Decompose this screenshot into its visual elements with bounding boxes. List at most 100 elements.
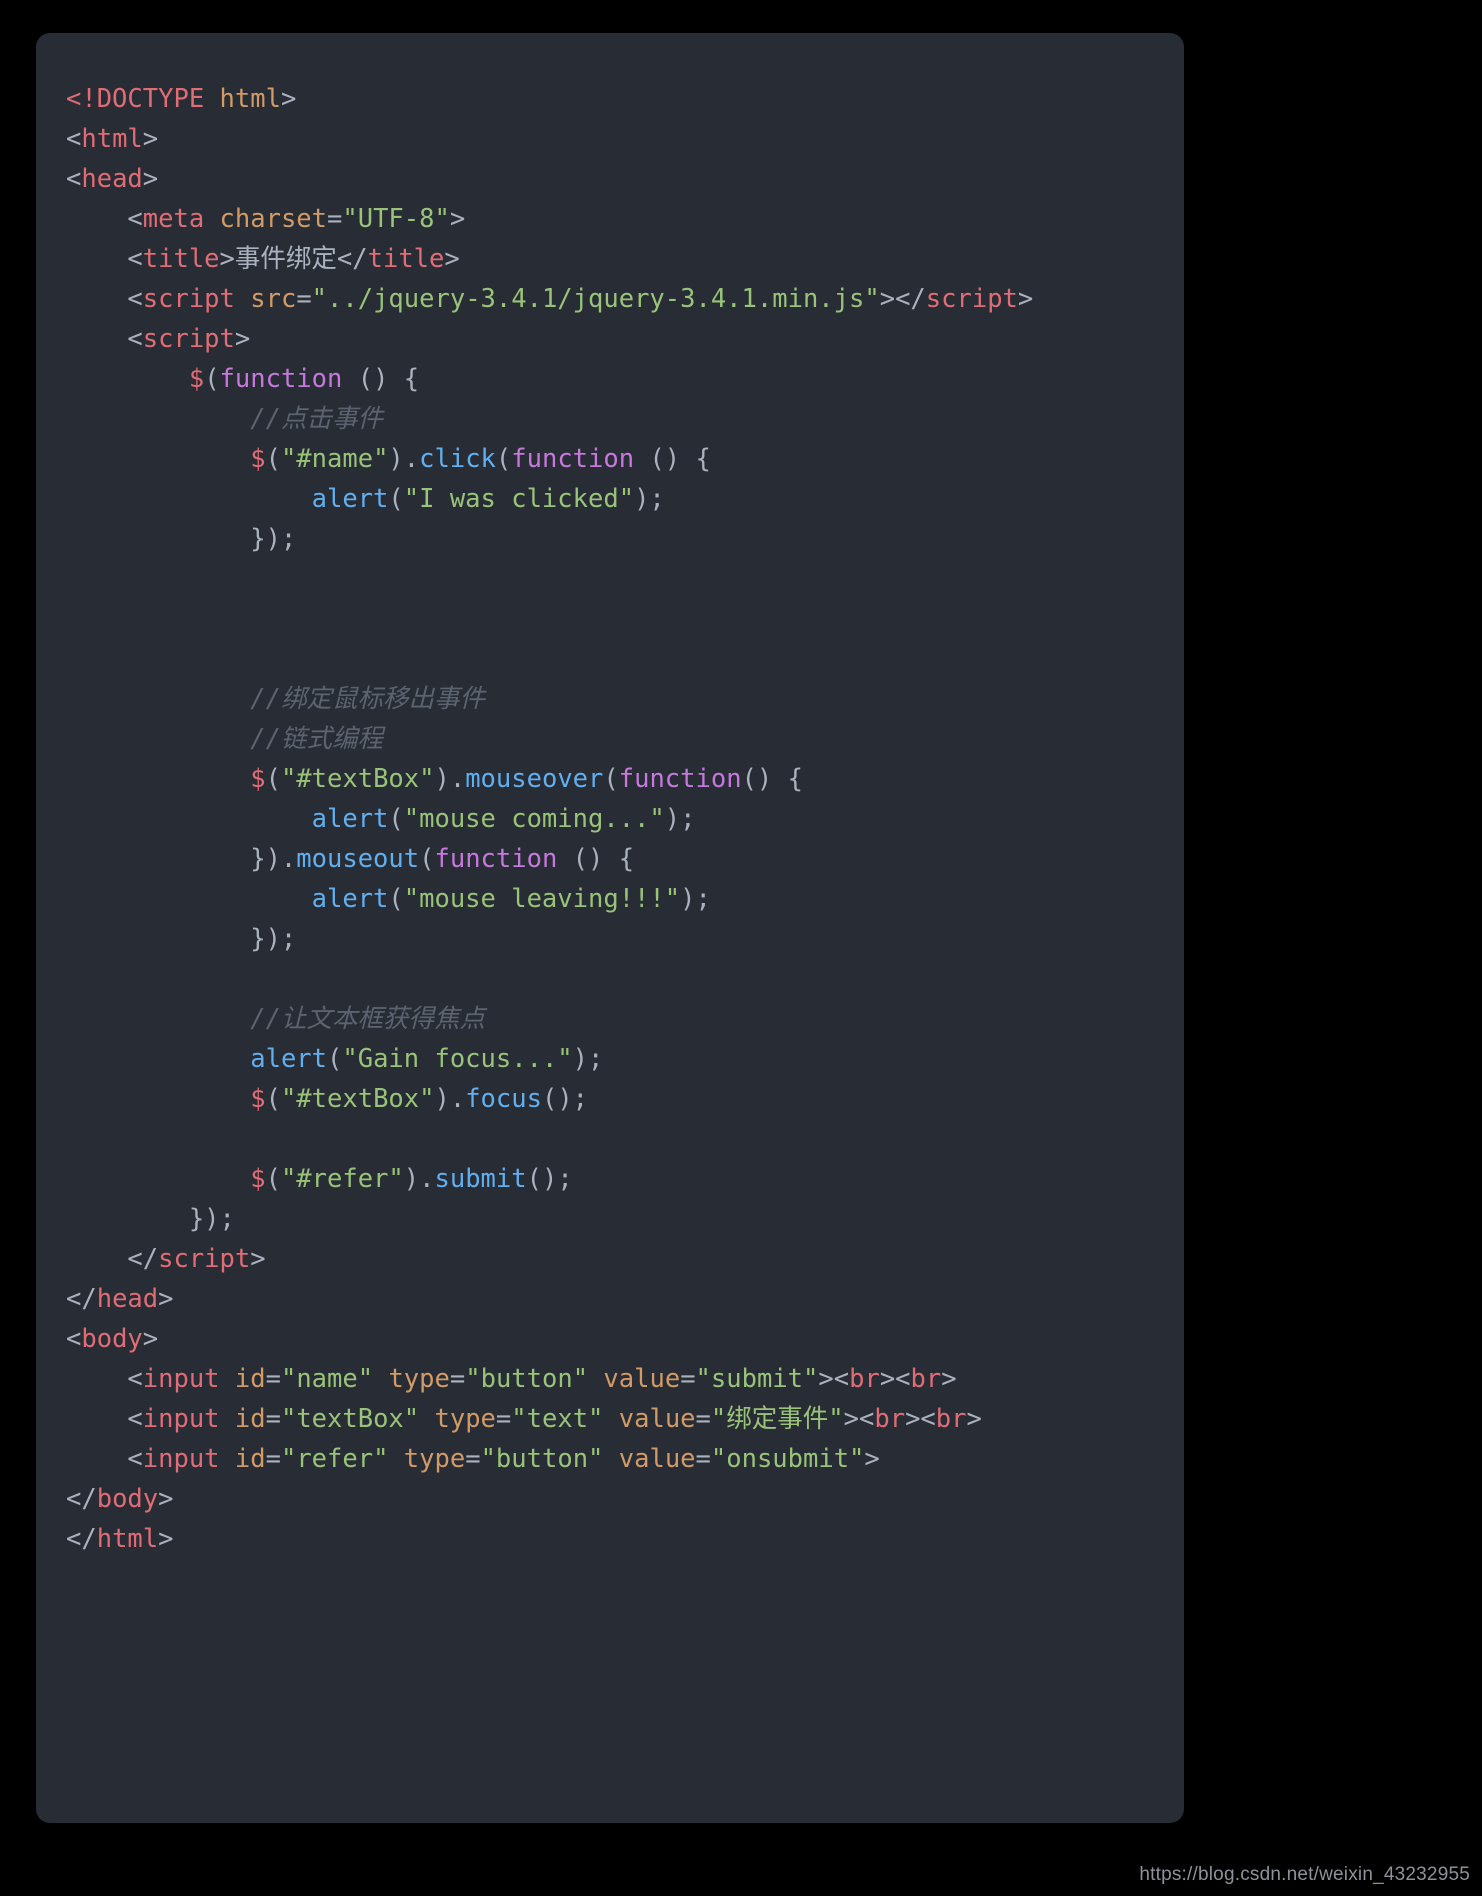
code-token-punct: > — [142, 124, 159, 154]
code-token-attr: id — [234, 1364, 266, 1394]
code-line: $("#refer").submit(); — [66, 1159, 1184, 1199]
code-token-punct: > — [250, 1244, 266, 1274]
code-token-punct: () { — [634, 444, 711, 474]
code-token-punct: ( — [495, 444, 512, 474]
code-token-punct — [66, 1084, 250, 1114]
code-token-punct: >< — [843, 1404, 875, 1434]
code-token-punct: }). — [66, 844, 297, 874]
code-token-punct: > — [444, 244, 460, 274]
code-token-attr: src — [250, 284, 297, 314]
cjk-text: 让文本框获得焦点 — [280, 1004, 485, 1034]
code-token-punct — [419, 1404, 434, 1434]
code-token-punct: }); — [66, 524, 297, 554]
code-token-punct: = — [465, 1444, 481, 1474]
code-line: <script> — [66, 319, 1184, 359]
code-token-punct: > — [219, 244, 235, 274]
code-token-punct: ). — [403, 1164, 435, 1194]
code-token-punct — [66, 1164, 250, 1194]
code-token-punct: < — [66, 284, 143, 314]
code-token-tag: input — [142, 1404, 220, 1434]
code-token-punct — [220, 1364, 235, 1394]
code-token-string: "button" — [465, 1364, 589, 1394]
cjk-text: 事件绑定 — [234, 244, 337, 274]
code-token-punct — [603, 1444, 618, 1474]
code-token-tag: br — [910, 1364, 942, 1394]
code-token-string: "mouse coming..." — [403, 804, 665, 834]
code-token-string: "text" — [511, 1404, 604, 1434]
code-token-punct: > — [941, 1364, 957, 1394]
code-line: <!DOCTYPE html> — [66, 79, 1184, 119]
code-token-attr: value — [618, 1404, 696, 1434]
code-token-punct: = — [449, 1364, 466, 1394]
code-token-punct: < — [66, 1404, 143, 1434]
code-token-attr: charset — [219, 204, 328, 234]
cjk-text: 绑定事件 — [726, 1404, 829, 1434]
code-token-punct: ); — [664, 804, 696, 834]
code-token-punct — [388, 1444, 403, 1474]
code-token-punct: = — [296, 284, 312, 314]
code-line: $("#name").click(function () { — [66, 439, 1184, 479]
code-token-punct: = — [327, 204, 343, 234]
code-token-punct: </ — [66, 1284, 97, 1314]
code-token-string: "#name" — [280, 444, 389, 474]
code-token-string: "I was clicked" — [403, 484, 635, 514]
code-token-punct: < — [66, 1324, 82, 1354]
code-token-punct: </ — [66, 1244, 159, 1274]
code-token-punct: ( — [327, 1044, 343, 1074]
code-token-punct — [220, 1444, 235, 1474]
code-token-punct: ( — [265, 1164, 281, 1194]
code-token-punct: ); — [634, 484, 665, 514]
code-line: <body> — [66, 1319, 1184, 1359]
code-line: </html> — [66, 1519, 1184, 1559]
code-line: alert("mouse coming..."); — [66, 799, 1184, 839]
code-token-string: "Gain focus..." — [342, 1044, 573, 1074]
code-token-punct: > — [966, 1404, 982, 1434]
code-token-comment: //让文本框获得焦点 — [66, 1004, 485, 1034]
code-token-dollar: $ — [250, 764, 266, 794]
code-token-punct: = — [495, 1404, 512, 1434]
code-token-func: mouseover — [465, 764, 604, 794]
code-token-dollar: $ — [250, 1164, 266, 1194]
code-token-punct: (); — [526, 1164, 573, 1194]
code-token-attr: id — [234, 1404, 266, 1434]
code-line: $("#textBox").mouseover(function() { — [66, 759, 1184, 799]
code-token-punct: > — [449, 204, 466, 234]
code-token-punct — [66, 1044, 250, 1074]
code-token-dollar: $ — [188, 364, 205, 394]
code-token-punct: </ — [336, 244, 368, 274]
code-line: </script> — [66, 1239, 1184, 1279]
code-token-punct: ( — [388, 484, 404, 514]
code-line: alert("Gain focus..."); — [66, 1039, 1184, 1079]
code-token-attr: type — [434, 1404, 496, 1434]
code-token-punct: ( — [204, 364, 220, 394]
code-token-punct: () { — [557, 844, 635, 874]
code-token-string: "button" — [480, 1444, 604, 1474]
code-token-punct: ></ — [879, 284, 926, 314]
code-token-tag: script — [142, 324, 235, 354]
code-token-punct: > — [158, 1484, 174, 1514]
code-token-tag: html — [81, 124, 143, 154]
code-line: <script src="../jquery-3.4.1/jquery-3.4.… — [66, 279, 1184, 319]
code-token-punct: < — [66, 124, 82, 154]
code-token-comment: //绑定鼠标移出事件 — [66, 684, 485, 714]
code-line: alert("mouse leaving!!!"); — [66, 879, 1184, 919]
code-line: <meta charset="UTF-8"> — [66, 199, 1184, 239]
code-token-string: "绑定事件" — [710, 1404, 844, 1434]
code-token-punct: ). — [434, 764, 466, 794]
cjk-text: 点击事件 — [280, 404, 383, 434]
code-token-punct: = — [680, 1364, 696, 1394]
code-token-punct: () { — [741, 764, 803, 794]
code-token-punct: >< — [905, 1404, 936, 1434]
code-token-punct: </ — [66, 1484, 97, 1514]
code-token-punct: < — [66, 204, 143, 234]
cjk-text: 绑定鼠标移出事件 — [280, 684, 485, 714]
code-token-punct: > — [1017, 284, 1034, 314]
code-token-attr: type — [388, 1364, 450, 1394]
code-token-punct: = — [265, 1364, 281, 1394]
code-line: <head> — [66, 159, 1184, 199]
code-panel: <!DOCTYPE html> <html> <head> <meta charse… — [36, 33, 1184, 1823]
code-token-punct: }); — [66, 924, 297, 954]
code-token-punct: ( — [265, 444, 281, 474]
